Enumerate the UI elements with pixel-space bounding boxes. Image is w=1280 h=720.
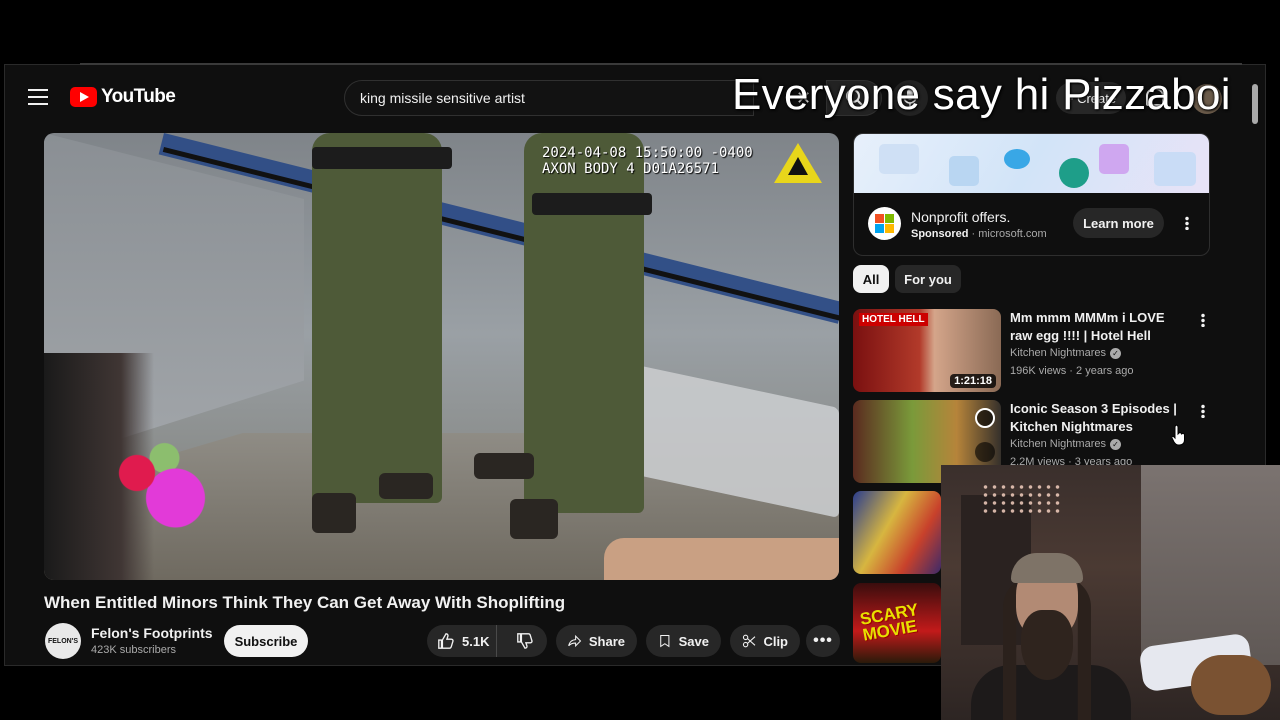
recommendation-channel-name: Kitchen Nightmares bbox=[1010, 438, 1106, 450]
webcam-person-beard bbox=[1021, 610, 1073, 680]
recommendation-thumbnail[interactable]: HOTEL HELL 1:21:18 bbox=[853, 309, 1001, 392]
ad-title[interactable]: Nonprofit offers. bbox=[911, 209, 1010, 225]
recommendation-thumbnail[interactable] bbox=[853, 491, 941, 574]
ad-banner-shape bbox=[879, 144, 919, 174]
ad-domain: microsoft.com bbox=[978, 228, 1047, 240]
stream-overlay-text: Everyone say hi Pizzaboi bbox=[732, 70, 1231, 119]
recommendation-thumbnail[interactable]: SCARY MOVIE bbox=[853, 583, 941, 663]
search-input[interactable] bbox=[345, 81, 753, 115]
watch-later-clock-icon[interactable] bbox=[975, 408, 995, 428]
youtube-logo-text: YouTube bbox=[101, 86, 176, 107]
dislike-button[interactable] bbox=[504, 625, 547, 657]
like-dislike-group: 5.1K bbox=[427, 625, 547, 657]
video-title: When Entitled Minors Think They Can Get … bbox=[44, 593, 566, 612]
chip-all[interactable]: All bbox=[853, 265, 889, 293]
ad-banner-image bbox=[854, 134, 1209, 193]
thumbnail-label: HOTEL HELL bbox=[859, 313, 928, 326]
clip-button[interactable]: Clip bbox=[730, 625, 800, 657]
add-to-queue-icon[interactable] bbox=[975, 442, 995, 462]
learn-more-button[interactable]: Learn more bbox=[1073, 208, 1164, 238]
ad-sponsored-label: Sponsored bbox=[911, 228, 969, 240]
logo-square bbox=[875, 224, 884, 233]
thumbnail-title-text: SCARY MOVIE bbox=[858, 600, 920, 645]
verified-check-icon: ✓ bbox=[1110, 347, 1121, 359]
verified-check-icon: ✓ bbox=[1110, 438, 1121, 450]
recommendation-more-options-icon[interactable] bbox=[1201, 404, 1205, 418]
webcam-wall bbox=[1141, 465, 1280, 665]
recommendation-views: 196K views · 2 years ago bbox=[1010, 365, 1134, 377]
share-button[interactable]: Share bbox=[556, 625, 637, 657]
logo-square bbox=[885, 224, 894, 233]
ad-more-options-icon[interactable] bbox=[1185, 216, 1189, 230]
clip-label: Clip bbox=[763, 633, 788, 649]
subscriber-count: 423K subscribers bbox=[91, 644, 176, 656]
recommendation-channel[interactable]: Kitchen Nightmares ✓ bbox=[1010, 438, 1121, 450]
channel-avatar-text: FELON'S bbox=[47, 637, 79, 645]
ad-banner-shape bbox=[949, 156, 979, 186]
share-label: Share bbox=[588, 633, 625, 649]
video-frame-boot bbox=[510, 499, 558, 539]
video-player[interactable]: 2024-04-08 15:50:00 -0400 AXON BODY 4 D0… bbox=[44, 133, 839, 580]
save-button[interactable]: Save bbox=[646, 625, 721, 657]
share-icon bbox=[568, 634, 582, 648]
subscribe-button[interactable]: Subscribe bbox=[224, 625, 308, 657]
thumbs-up-icon bbox=[438, 633, 454, 649]
ad-meta: Sponsored · microsoft.com bbox=[911, 228, 1047, 240]
ad-banner-shape bbox=[1154, 152, 1196, 186]
video-frame-duty-belt bbox=[312, 147, 452, 169]
video-frame-boot bbox=[474, 453, 534, 479]
ad-banner-shape bbox=[1059, 158, 1089, 188]
microsoft-logo-icon bbox=[868, 207, 901, 240]
scissors-icon bbox=[742, 634, 756, 648]
youtube-logo[interactable]: YouTube bbox=[70, 86, 176, 108]
channel-avatar[interactable]: FELON'S bbox=[45, 623, 81, 659]
like-count: 5.1K bbox=[462, 633, 490, 649]
axon-logo-icon bbox=[774, 143, 822, 183]
video-frame-boot bbox=[312, 493, 356, 533]
video-frame-arm bbox=[604, 538, 839, 580]
more-actions-button[interactable]: ••• bbox=[806, 625, 840, 657]
video-frame-officer-left bbox=[312, 133, 442, 503]
video-frame-items-on-floor bbox=[104, 433, 214, 533]
webcam-string-lights bbox=[981, 483, 1061, 513]
chip-for-you[interactable]: For you bbox=[895, 265, 961, 293]
video-frame-duty-belt bbox=[532, 193, 652, 215]
recommendation-title[interactable]: Mm mmm MMMm i LOVE raw egg !!!! | Hotel … bbox=[1010, 309, 1190, 345]
webcam-person-beanie bbox=[1011, 553, 1083, 583]
webcam-dog bbox=[1191, 655, 1271, 715]
page-scrollbar[interactable] bbox=[1252, 84, 1258, 124]
save-label: Save bbox=[678, 633, 709, 649]
search-box[interactable] bbox=[344, 80, 754, 116]
ad-banner-shape bbox=[1099, 144, 1129, 174]
channel-name[interactable]: Felon's Footprints bbox=[91, 625, 213, 641]
recommendation-channel[interactable]: Kitchen Nightmares ✓ bbox=[1010, 347, 1121, 359]
youtube-play-icon bbox=[70, 87, 97, 107]
bookmark-icon bbox=[660, 635, 670, 648]
ad-banner-shape bbox=[1004, 149, 1030, 169]
webcam-overlay bbox=[941, 465, 1280, 720]
sponsored-ad-card[interactable]: Nonprofit offers. Sponsored · microsoft.… bbox=[853, 133, 1210, 256]
bodycam-timestamp: 2024-04-08 15:50:00 -0400 AXON BODY 4 D0… bbox=[542, 145, 753, 177]
recommendation-more-options-icon[interactable] bbox=[1201, 313, 1205, 327]
thumbs-down-icon bbox=[517, 633, 534, 649]
logo-square bbox=[875, 214, 884, 223]
recommendation-channel-name: Kitchen Nightmares bbox=[1010, 347, 1106, 359]
hamburger-menu-icon[interactable] bbox=[28, 89, 48, 105]
logo-square bbox=[885, 214, 894, 223]
video-frame-boot bbox=[379, 473, 433, 499]
video-frame-officer-right bbox=[524, 133, 644, 513]
video-duration: 1:21:18 bbox=[950, 374, 996, 388]
recommendation-title[interactable]: Iconic Season 3 Episodes | Kitchen Night… bbox=[1010, 400, 1190, 436]
like-button[interactable]: 5.1K bbox=[427, 625, 497, 657]
window-top-edge bbox=[80, 63, 1242, 65]
mouse-pointer-icon bbox=[1172, 424, 1185, 446]
